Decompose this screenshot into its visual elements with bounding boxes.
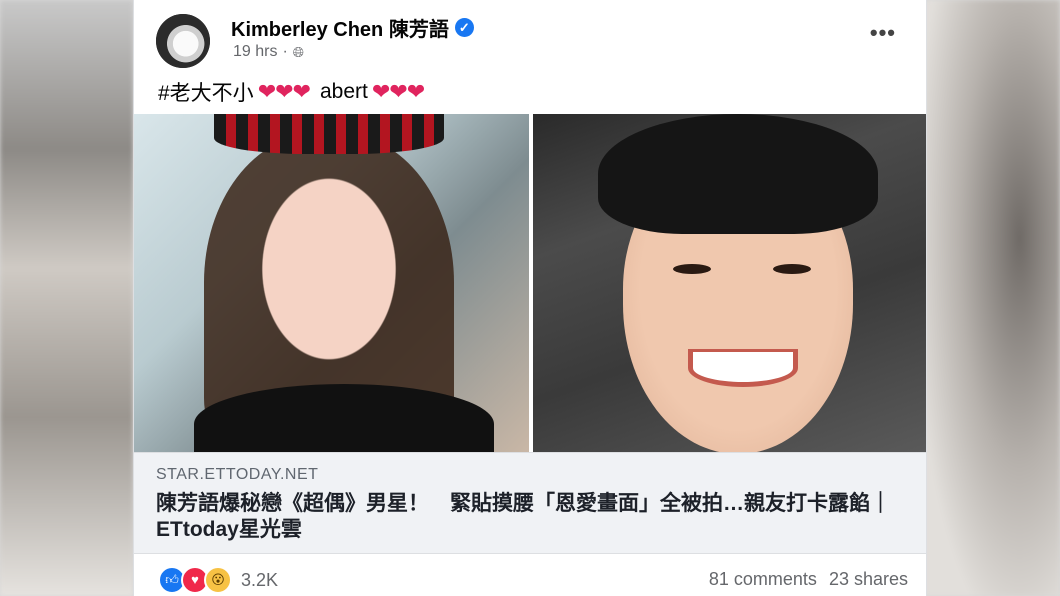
link-image-left[interactable]	[134, 114, 529, 452]
link-headline[interactable]: 陳芳語爆秘戀《超偶》男星！ 緊貼摸腰「恩愛畫面」全被拍…親友打卡露餡｜ETtod…	[156, 491, 896, 543]
hearts-emoji: ❤❤❤	[257, 79, 311, 104]
face-shape	[244, 154, 414, 384]
post-meta: 19 hrs · 🌐︎	[233, 43, 304, 61]
post-timestamp[interactable]: 19 hrs	[233, 43, 277, 61]
author-name[interactable]: Kimberley Chen 陳芳語	[231, 13, 449, 42]
author-avatar[interactable]	[156, 14, 210, 68]
reactions-summary[interactable]: 👍︎ ♥ 😮︎ 3.2K	[158, 566, 278, 594]
post-hashtag[interactable]: #老大不小	[158, 77, 254, 107]
post-text: #老大不小 ❤❤❤ abert ❤❤❤	[158, 77, 425, 107]
blurred-background-right	[925, 0, 1060, 596]
reaction-count[interactable]: 3.2K	[241, 570, 278, 591]
hair-shape	[598, 114, 878, 234]
globe-icon: 🌐︎	[292, 43, 304, 60]
wow-reaction-icon: 😮︎	[204, 566, 232, 594]
meta-separator: ·	[282, 43, 288, 60]
hearts-emoji-2: ❤❤❤	[371, 79, 425, 104]
smile-shape	[688, 349, 798, 387]
more-options-icon[interactable]: •••	[870, 20, 896, 46]
post-author[interactable]: Kimberley Chen 陳芳語 ✓	[231, 13, 474, 42]
link-domain: STAR.ETTODAY.NET	[156, 466, 319, 483]
eye-shape	[673, 264, 711, 274]
facebook-post-card: Kimberley Chen 陳芳語 ✓ 19 hrs · 🌐︎ ••• #老大…	[133, 0, 927, 596]
blurred-background-left	[0, 0, 133, 596]
crown-shape	[214, 114, 444, 154]
verified-badge-icon: ✓	[454, 18, 474, 37]
link-preview[interactable]: STAR.ETTODAY.NET 陳芳語爆秘戀《超偶》男星！ 緊貼摸腰「恩愛畫面…	[134, 452, 926, 554]
post-footer: 👍︎ ♥ 😮︎ 3.2K 81 comments 23 shares	[134, 560, 926, 596]
post-name-text: abert	[320, 80, 368, 103]
shares-count[interactable]: 23 shares	[829, 569, 908, 590]
link-image-right[interactable]	[533, 114, 926, 452]
eye-shape	[773, 264, 811, 274]
comments-count[interactable]: 81 comments	[709, 569, 817, 590]
post-stats: 81 comments 23 shares	[709, 569, 908, 590]
